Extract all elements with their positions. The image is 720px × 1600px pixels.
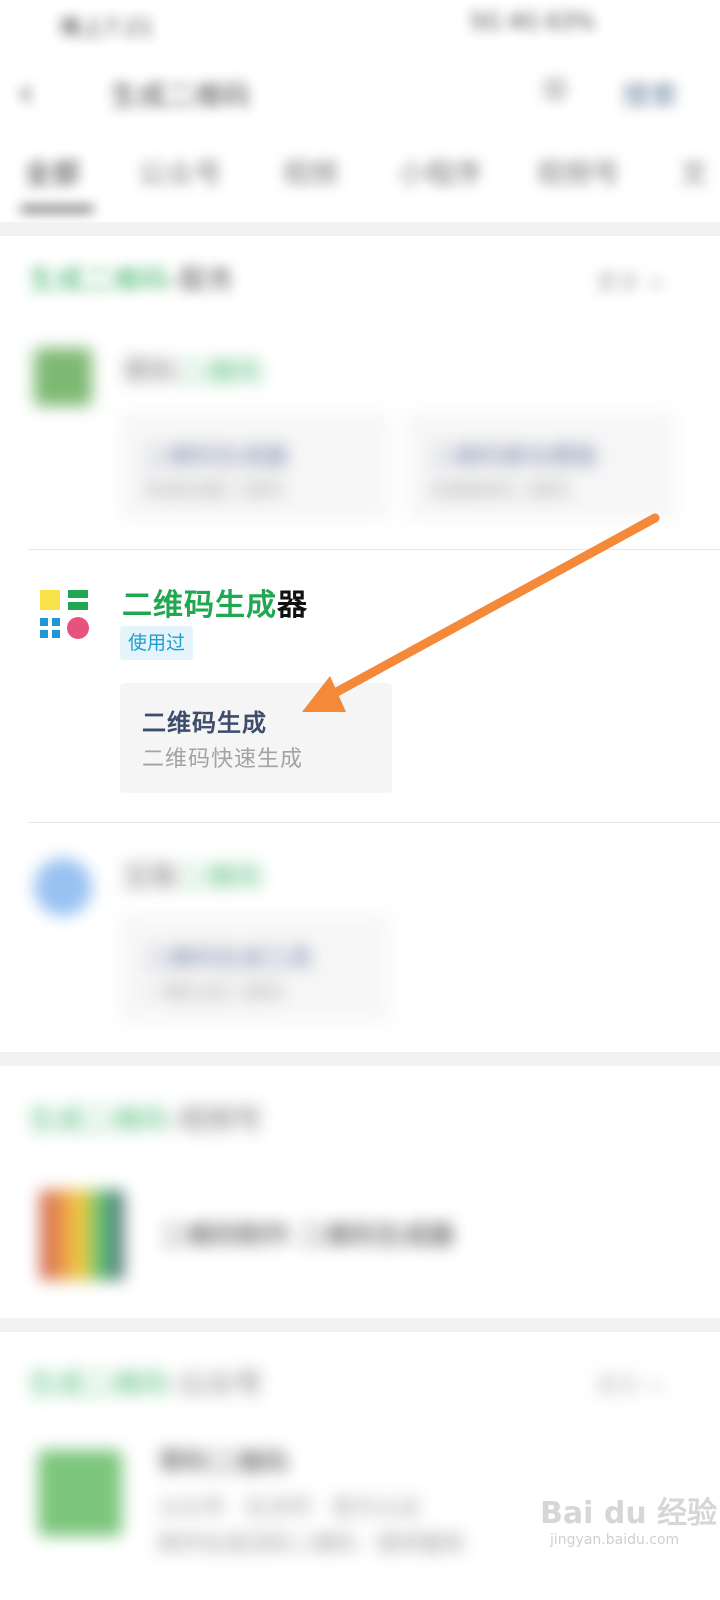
tab-articles[interactable]: 文 (680, 152, 708, 192)
more-link[interactable]: 更多 > (596, 265, 665, 297)
result-name-highlight: 二维码 (178, 355, 263, 388)
account-desc-line1: 公众号 · 生活号 · 官方认证 (158, 1496, 420, 1521)
service-card-title: 二维码美化模板 (430, 442, 598, 470)
service-card-desc: 创建美观二维码 (430, 478, 570, 502)
channel-item-title[interactable]: 二维码制作 二维码生成器 (160, 1215, 454, 1252)
service-card-title: 二维码生成工具 (144, 944, 312, 972)
chevron-left-icon[interactable]: ‹ (18, 70, 34, 116)
logo-dot (40, 630, 48, 638)
service-card[interactable]: 二维码生成器 快速创建二维码 (120, 412, 390, 520)
search-header: ‹ 生成二维码 搜索 (0, 58, 720, 128)
tab-channels[interactable]: 视频号 (536, 152, 620, 192)
tab-indicator (20, 206, 94, 212)
search-button[interactable]: 搜索 (622, 74, 678, 114)
service-card[interactable]: 二维码美化模板 创建美观二维码 (406, 412, 676, 520)
logo-dot (52, 630, 60, 638)
section-title-rest: -服务 (168, 263, 235, 296)
qr-generator-logo-icon (40, 590, 92, 642)
result-title[interactable]: 二维码生成器 (122, 580, 308, 624)
section-divider (0, 1052, 720, 1066)
result-separator (28, 822, 720, 823)
search-input[interactable]: 生成二维码 (110, 74, 250, 114)
status-time: 晚上7:21 (60, 16, 154, 41)
section-title-highlight: 生成二维码 (28, 1367, 169, 1400)
section-title-highlight: 生成二维码 (28, 263, 169, 296)
tab-all[interactable]: 全部 (24, 152, 80, 192)
service-card-desc: 快速创建二维码 (144, 478, 284, 502)
result-name-highlight: 二维码 (178, 860, 263, 893)
clear-icon[interactable] (542, 76, 568, 102)
result-title-rest: 器 (277, 588, 308, 623)
logo-dot (52, 618, 60, 626)
result-name: 草料 (122, 355, 179, 388)
logo-square (40, 590, 60, 610)
section-divider (0, 222, 720, 236)
logo-bar (68, 602, 88, 610)
logo-circle (67, 617, 89, 639)
annotation-arrow (302, 513, 660, 712)
account-avatar[interactable] (38, 1450, 122, 1536)
logo-bar (68, 590, 88, 598)
section-title-rest: -公众号 (168, 1367, 263, 1400)
section-title-highlight: 生成二维码 (28, 1103, 169, 1136)
app-logo-icon (34, 348, 92, 406)
account-desc-line2: 制作生成活码二维码 · 提供服务 (158, 1532, 465, 1557)
used-badge: 使用过 (120, 626, 194, 660)
app-logo-icon (34, 858, 92, 916)
tab-videos[interactable]: 视频 (282, 152, 338, 192)
result-separator (28, 549, 720, 550)
qr-generate-service-card[interactable]: 二维码生成 二维码快速生成 (120, 683, 392, 793)
tab-mini-programs[interactable]: 小程序 (398, 152, 482, 192)
service-card-desc: 二维码快速生成 (142, 747, 304, 772)
account-name[interactable]: 草料二维码 (158, 1442, 288, 1479)
more-link[interactable]: 更多 > (596, 1368, 665, 1400)
tab-official-accounts[interactable]: 公众号 (138, 152, 222, 192)
tab-bar: 全部 公众号 视频 小程序 视频号 文 (0, 140, 720, 220)
service-card-title: 二维码生成器 (144, 442, 288, 470)
baidu-jingyan-watermark: Bai du 经验 (540, 1496, 718, 1531)
video-thumbnail[interactable] (40, 1190, 124, 1280)
result-name: 互联 (122, 860, 179, 893)
service-card-title: 二维码生成 (142, 709, 267, 737)
status-bar: 晚上7:21 5G 4G 63% (0, 0, 720, 50)
logo-dot (40, 618, 48, 626)
status-indicators: 5G 4G 63% (470, 10, 595, 35)
arrow-shaft (317, 513, 660, 705)
watermark-url: jingyan.baidu.com (550, 1532, 680, 1548)
section-divider (0, 1318, 720, 1332)
section-title-rest: -视频号 (168, 1103, 263, 1136)
service-card-desc: 一键生成二维码 (144, 980, 284, 1004)
service-card[interactable]: 二维码生成工具 一键生成二维码 (120, 914, 390, 1022)
result-title-highlight: 二维码生成 (122, 588, 277, 623)
